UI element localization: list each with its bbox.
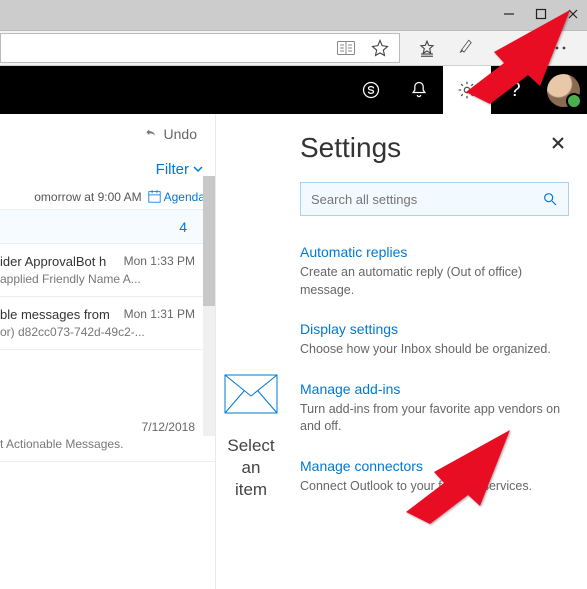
- option-title: Manage add-ins: [300, 381, 569, 397]
- option-manage-connectors[interactable]: Manage connectors Connect Outlook to you…: [300, 458, 569, 496]
- skype-button[interactable]: [347, 66, 395, 114]
- envelope-icon: [224, 374, 278, 414]
- settings-panel: Settings Automatic replies Create an aut…: [286, 114, 587, 589]
- close-settings-button[interactable]: [551, 134, 565, 155]
- pen-icon[interactable]: [458, 39, 476, 57]
- undo-button[interactable]: Undo: [0, 114, 215, 154]
- option-title: Manage connectors: [300, 458, 569, 474]
- favorite-star-icon[interactable]: [371, 39, 389, 57]
- agenda-text: omorrow at 9:00 AM: [34, 190, 141, 204]
- notifications-button[interactable]: [395, 66, 443, 114]
- avatar-button[interactable]: [539, 66, 587, 114]
- option-desc: Create an automatic reply (Out of office…: [300, 264, 569, 299]
- undo-icon: [144, 127, 158, 141]
- option-manage-addins[interactable]: Manage add-ins Turn add-ins from your fa…: [300, 381, 569, 436]
- message-time: Mon 1:31 PM: [124, 307, 205, 322]
- window-titlebar: [0, 0, 587, 30]
- scrollbar[interactable]: [203, 176, 215, 436]
- option-automatic-replies[interactable]: Automatic replies Create an automatic re…: [300, 244, 569, 299]
- option-title: Automatic replies: [300, 244, 569, 260]
- agenda-link-label: Agenda: [164, 190, 205, 204]
- message-preview: applied Friendly Name A...: [0, 272, 205, 286]
- app-header: ?: [0, 66, 587, 114]
- message-item[interactable]: 7/12/2018 t Actionable Messages.: [0, 410, 215, 462]
- reading-pane-w3: item: [216, 479, 286, 501]
- favorites-list-icon[interactable]: [418, 39, 436, 57]
- reading-pane: Select an item: [216, 114, 286, 589]
- agenda-link[interactable]: Agenda: [148, 190, 205, 204]
- message-subject: ble messages from: [0, 307, 110, 322]
- filter-button[interactable]: Filter: [0, 154, 215, 184]
- option-title: Display settings: [300, 321, 569, 337]
- browser-actions: [400, 31, 587, 65]
- avatar-icon: [547, 74, 580, 107]
- help-button[interactable]: ?: [491, 66, 539, 114]
- browser-toolbar: [0, 30, 587, 66]
- option-desc: Choose how your Inbox should be organize…: [300, 341, 569, 359]
- settings-search-input[interactable]: [311, 192, 542, 207]
- settings-gear-button[interactable]: [443, 66, 491, 114]
- undo-label: Undo: [164, 126, 197, 142]
- message-time: 7/12/2018: [142, 420, 205, 434]
- chevron-down-icon: [193, 164, 203, 174]
- option-display-settings[interactable]: Display settings Choose how your Inbox s…: [300, 321, 569, 359]
- reading-pane-w1: Select: [216, 435, 286, 457]
- maximize-button[interactable]: [535, 7, 547, 23]
- message-list: Undo Filter omorrow at 9:00 AM Agenda 4 …: [0, 114, 216, 589]
- url-box[interactable]: [0, 33, 400, 63]
- calendar-icon: [148, 190, 161, 203]
- message-preview: t Actionable Messages.: [0, 437, 205, 451]
- scrollbar-thumb[interactable]: [203, 176, 215, 306]
- message-subject: ider ApprovalBot h: [0, 254, 106, 269]
- option-desc: Turn add-ins from your favorite app vend…: [300, 401, 569, 436]
- minimize-button[interactable]: [503, 7, 515, 23]
- settings-title: Settings: [300, 132, 569, 164]
- search-icon: [542, 191, 558, 207]
- message-item[interactable]: ble messages from Mon 1:31 PM or) d82cc0…: [0, 297, 215, 350]
- more-icon[interactable]: [548, 46, 566, 50]
- message-preview: or) d82cc073-742d-49c2-...: [0, 325, 205, 339]
- close-icon: [551, 136, 565, 150]
- message-item[interactable]: ider ApprovalBot h Mon 1:33 PM applied F…: [0, 244, 215, 297]
- option-desc: Connect Outlook to your favorite service…: [300, 478, 569, 496]
- message-time: Mon 1:33 PM: [124, 254, 205, 269]
- reading-pane-w2: an: [216, 457, 286, 479]
- pinned-count-row[interactable]: 4: [0, 210, 215, 244]
- reading-mode-icon[interactable]: [337, 41, 355, 55]
- window-close-button[interactable]: [567, 7, 579, 23]
- pinned-count: 4: [179, 219, 187, 235]
- settings-search[interactable]: [300, 182, 569, 216]
- agenda-row: omorrow at 9:00 AM Agenda: [0, 184, 215, 210]
- filter-label: Filter: [156, 161, 189, 178]
- help-label: ?: [509, 79, 520, 102]
